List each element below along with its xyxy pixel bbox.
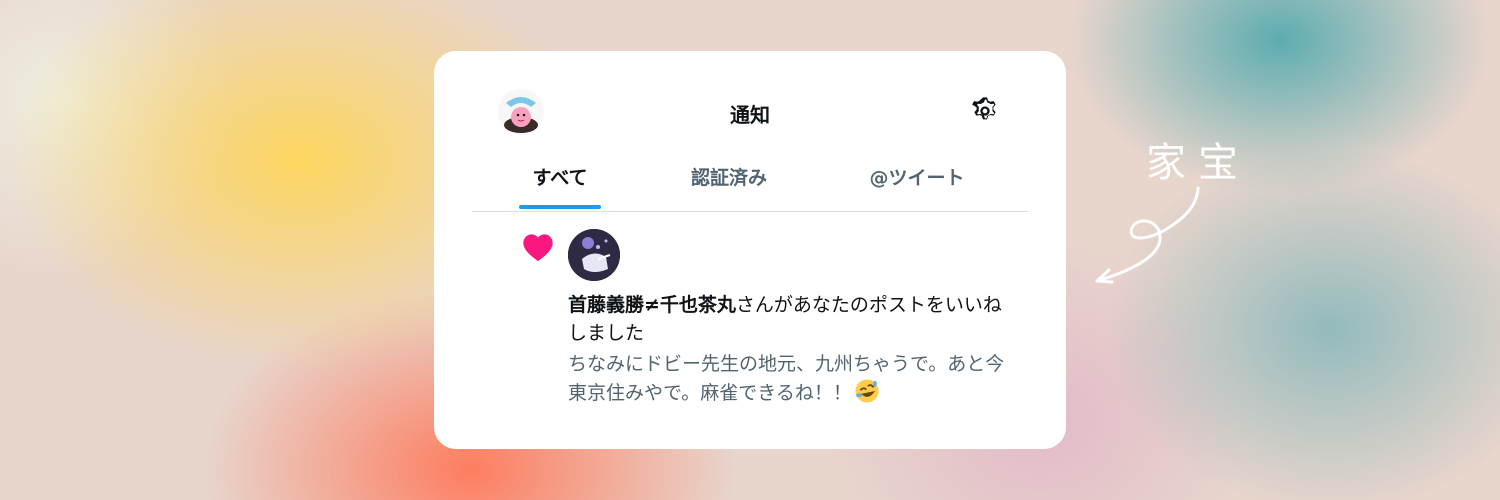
gear-icon bbox=[972, 97, 996, 120]
rolling-on-floor-laughing-emoji bbox=[855, 379, 879, 403]
liker-avatar[interactable] bbox=[568, 229, 620, 281]
character-avatar-icon bbox=[568, 229, 620, 281]
tweet-preview[interactable]: ちなみにドビー先生の地元、九州ちゃうで。あと今東京住みやで。麻雀できるね！！ bbox=[568, 350, 1008, 407]
settings-button[interactable] bbox=[969, 95, 1001, 127]
notification-text: 首藤義勝≠千也茶丸さんがあなたのポストをいいねしました bbox=[568, 291, 1008, 347]
annotation-label: 家宝 bbox=[1146, 140, 1250, 186]
header: 通知 bbox=[434, 51, 1066, 171]
heart-icon bbox=[522, 232, 554, 262]
tweet-text: ちなみにドビー先生の地元、九州ちゃうで。あと今東京住みやで。麻雀できるね！！ bbox=[568, 353, 1005, 404]
active-tab-indicator bbox=[519, 205, 601, 209]
notification-card: 通知 すべて 認証済み @ツイート 首藤義勝≠千也茶丸さんがあなたのポストをいい… bbox=[434, 51, 1066, 449]
liker-name[interactable]: 首藤義勝≠千也茶丸 bbox=[568, 294, 736, 316]
tab-mentions[interactable]: @ツイート bbox=[857, 159, 977, 211]
curved-arrow-icon bbox=[1095, 186, 1200, 284]
tab-all[interactable]: すべて bbox=[519, 159, 601, 211]
tab-bar: すべて 認証済み @ツイート bbox=[472, 159, 1028, 212]
tab-verified[interactable]: 認証済み bbox=[677, 159, 781, 211]
